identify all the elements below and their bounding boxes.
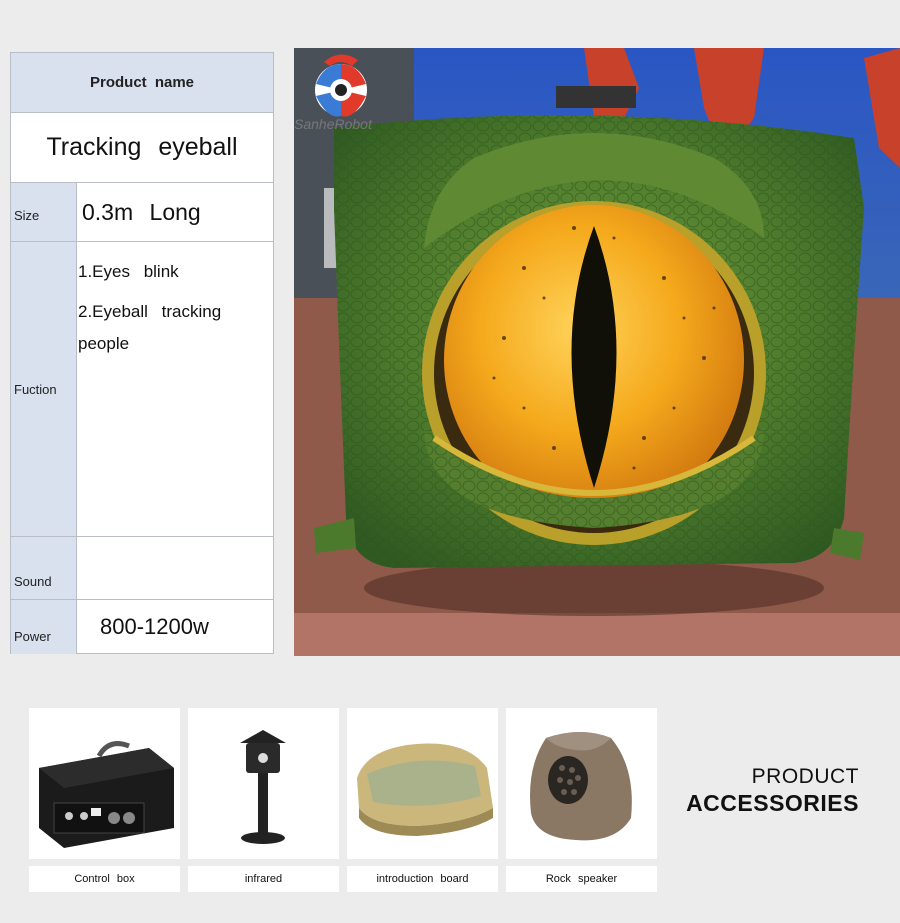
logo-text: SanheRobot (294, 116, 372, 132)
product-name-header: Product name (11, 53, 273, 113)
size-label: Size (11, 183, 77, 241)
function-row: Fuction 1.Eyes blink 2.Eyeball tracking … (11, 242, 273, 537)
function-list: 1.Eyes blink 2.Eyeball tracking people (78, 242, 273, 360)
accessory-introduction-board: introduction board (347, 708, 498, 892)
power-label: Power (11, 600, 77, 654)
accessory-label: Control box (29, 866, 180, 892)
size-value: 0.3m Long (82, 198, 201, 225)
accessory-control-box: Control box (29, 708, 180, 892)
size-row: Size 0.3m Long (11, 183, 273, 242)
sound-value (78, 537, 273, 599)
function-label: Fuction (11, 242, 77, 536)
infrared-sensor-image (188, 708, 339, 859)
product-photo: SanheRobot (294, 48, 900, 656)
accessories-title: PRODUCT ACCESSORIES (686, 765, 859, 817)
accessory-rock-speaker: Rock speaker (506, 708, 657, 892)
accessories-title-line1: PRODUCT (751, 765, 859, 788)
accessory-label: introduction board (347, 866, 498, 892)
eyeball-illustration (294, 48, 900, 656)
control-box-image (29, 708, 180, 859)
sound-label: Sound (11, 537, 77, 599)
accessory-infrared: infrared (188, 708, 339, 892)
product-name-value: Tracking eyeball (11, 113, 273, 183)
power-value: 800-1200w (100, 614, 209, 639)
accessory-label: infrared (188, 866, 339, 892)
function-item: 2.Eyeball tracking people (78, 302, 222, 353)
accessories-title-line2: ACCESSORIES (686, 790, 859, 816)
sound-row: Sound (11, 537, 273, 600)
accessory-label: Rock speaker (506, 866, 657, 892)
power-row: Power 800-1200w (11, 600, 273, 654)
function-item: 1.Eyes blink (78, 262, 179, 281)
introduction-board-image (347, 708, 498, 859)
spec-table: Product name Tracking eyeball Size 0.3m … (10, 52, 274, 654)
rock-speaker-image (506, 708, 657, 859)
